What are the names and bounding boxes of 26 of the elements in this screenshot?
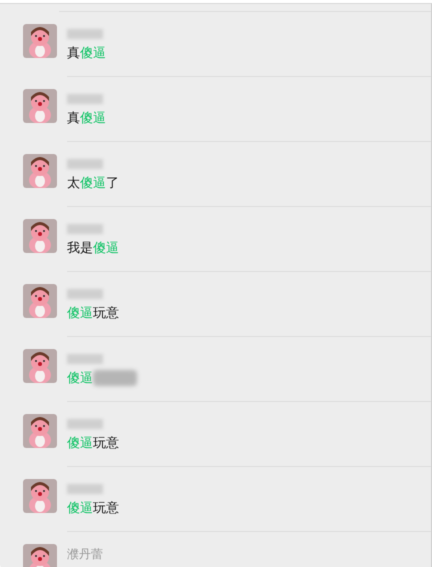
blurred-name xyxy=(67,419,103,429)
avatar-drawing xyxy=(23,414,57,448)
avatar-drawing xyxy=(23,479,57,513)
message-text: 我是傻逼 xyxy=(67,239,120,257)
blurred-name xyxy=(67,484,103,494)
message-text: 傻逼玩意 xyxy=(67,434,120,452)
blurred-name xyxy=(67,354,103,364)
blurred-name xyxy=(67,29,103,39)
blurred-name xyxy=(67,289,103,299)
blurred-name xyxy=(67,159,103,169)
message-text: 傻逼玩意 xyxy=(67,499,120,517)
avatar-drawing xyxy=(23,154,57,188)
avatar-drawing xyxy=(23,284,57,318)
blurred-name xyxy=(67,224,103,234)
avatar-drawing xyxy=(23,219,57,253)
blurred-text xyxy=(93,370,137,386)
message-text: 真傻逼 xyxy=(67,109,107,127)
blurred-name xyxy=(67,94,103,104)
avatar-drawing xyxy=(23,89,57,123)
message-text: 真傻逼 xyxy=(67,44,107,62)
message-text: 傻逼玩意 xyxy=(67,304,120,322)
avatar-drawing xyxy=(23,24,57,58)
message-text: 傻逼 xyxy=(67,369,431,387)
message-text: 太傻逼了 xyxy=(67,174,120,192)
contact-name: 濮丹蕾 xyxy=(67,546,104,562)
avatar-drawing xyxy=(23,349,57,383)
